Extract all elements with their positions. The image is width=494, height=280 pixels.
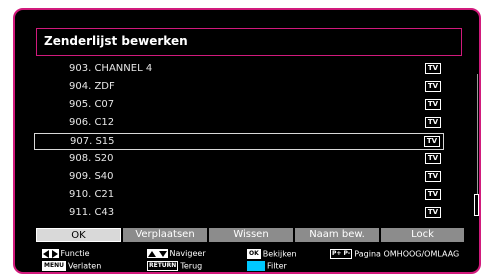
channel-row-selected[interactable]: 907. S15 TV [34,133,444,150]
left-right-keys-icon [42,249,59,258]
tv-badge-icon: TV [425,171,441,182]
menu-key-icon: MENU [42,261,66,271]
channel-name: 911. C43 [69,207,115,218]
help-function-label: Functie [60,249,90,258]
delete-button[interactable]: Wissen [209,228,293,242]
channel-row[interactable]: 908. S20 TV [34,151,444,168]
channel-row[interactable]: 911. C43 TV [34,205,444,222]
help-back: RETURN Terug [147,261,202,271]
channel-row[interactable]: 903. CHANNEL 4 TV [34,61,444,78]
channel-row[interactable]: 909. S40 TV [34,169,444,186]
tv-badge-icon: TV [425,63,441,74]
help-back-label: Terug [180,261,203,271]
scrollbar-thumb[interactable] [474,194,479,216]
tv-badge-icon: TV [425,153,441,164]
channel-name: 907. S15 [70,136,115,147]
tv-badge-icon: TV [424,136,440,147]
help-exit: MENU Verlaten [42,261,101,271]
help-view-label: Bekijken [262,249,297,259]
ok-button[interactable]: OK [36,228,121,242]
help-navigate: Navigeer [147,249,206,258]
move-button[interactable]: Verplaatsen [123,228,207,242]
channel-name: 908. S20 [69,153,114,164]
help-view: OK Bekijken [247,249,297,259]
page-keys-icon: P+ P- [330,249,353,259]
channel-name: 904. ZDF [69,81,115,92]
channel-list[interactable]: 903. CHANNEL 4 TV 904. ZDF TV 905. C07 T… [34,60,479,222]
channel-name: 906. C12 [69,117,115,128]
channel-name: 910. C21 [69,189,115,200]
help-filter: Filter [247,261,287,271]
help-filter-label: Filter [267,261,287,271]
rename-button[interactable]: Naam bew. [295,228,379,242]
ok-key-icon: OK [247,249,261,259]
lock-button[interactable]: Lock [381,228,464,242]
channel-name: 903. CHANNEL 4 [69,63,153,74]
tv-badge-icon: TV [425,189,441,200]
help-page-label: Pagina OMHOOG/OMLAAG [354,249,460,259]
help-exit-label: Verlaten [67,261,102,271]
tv-badge-icon: TV [425,117,441,128]
help-function: Functie [42,249,90,258]
help-navigate-label: Navigeer [169,249,206,258]
tv-osd-screen: Zenderlijst bewerken 903. CHANNEL 4 TV 9… [13,8,481,274]
channel-name: 905. C07 [69,99,115,110]
channel-row[interactable]: 904. ZDF TV [34,79,444,96]
return-key-icon: RETURN [147,261,179,271]
tv-badge-icon: TV [425,99,441,110]
channel-row[interactable]: 905. C07 TV [34,97,444,114]
scrollbar-track[interactable] [477,74,478,214]
title-bar: Zenderlijst bewerken [36,28,462,56]
tv-badge-icon: TV [425,81,441,92]
channel-row[interactable]: 906. C12 TV [34,115,444,132]
channel-name: 909. S40 [69,171,114,182]
channel-row[interactable]: 910. C21 TV [34,187,444,204]
up-down-keys-icon [147,249,168,258]
tv-badge-icon: TV [425,207,441,218]
action-button-bar: OK Verplaatsen Wissen Naam bew. Lock [36,228,464,242]
help-page: P+ P- Pagina OMHOOG/OMLAAG [330,249,459,259]
page-title: Zenderlijst bewerken [44,34,188,48]
help-bar: Functie MENU Verlaten Navigeer RETURN Teru… [15,248,479,272]
cyan-key-icon [247,261,265,271]
